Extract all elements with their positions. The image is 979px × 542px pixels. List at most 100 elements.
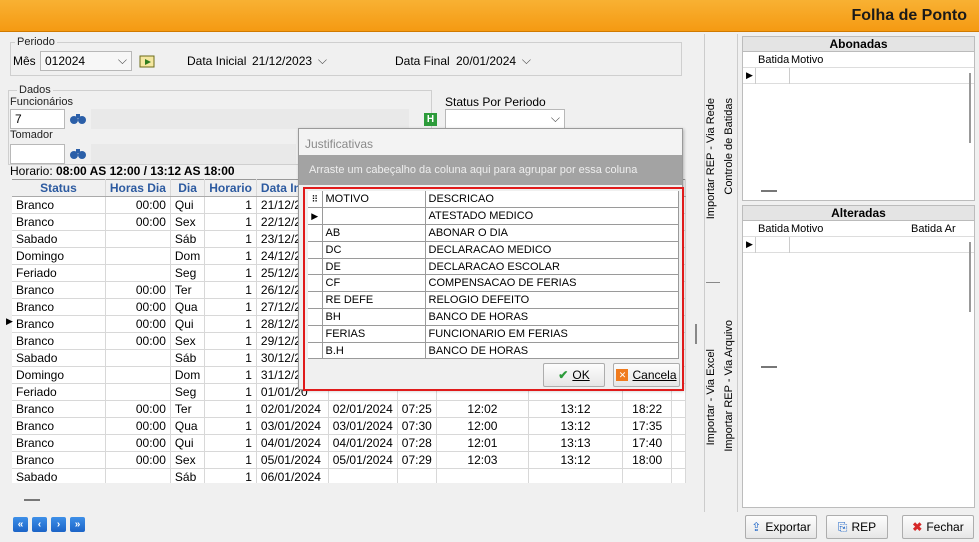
grid-cell-s1[interactable]: 12:02 [436,400,530,418]
grid-cell-e1[interactable]: 07:28 [397,434,437,452]
grid-cell-horas[interactable]: 00:00 [105,332,171,350]
grid-cell-data[interactable]: 02/01/2024 [256,400,329,418]
grid-cell-horas[interactable] [105,264,171,282]
grid-cell-e2[interactable]: 13:12 [528,400,624,418]
grid-cell-horas[interactable] [105,383,171,401]
grid-cell-s2[interactable]: 17:40 [622,434,673,452]
justificativa-descricao[interactable]: ABONAR O DIA [425,224,679,242]
justificativa-row[interactable]: AB ABONAR O DIA [308,224,679,242]
grid-cell-horario[interactable]: 1 [204,315,257,333]
grid-cell-e1[interactable]: 07:25 [397,400,437,418]
tab-importar-excel[interactable]: Importar - Via Excel [705,349,717,445]
grid-cell-horas[interactable]: 00:00 [105,298,171,316]
col-horario[interactable]: Horario [204,179,257,197]
grid-cell-horario[interactable]: 1 [204,383,257,401]
splitter-handle[interactable] [761,190,777,192]
justificativa-descricao[interactable]: FUNCIONARIO EM FERIAS [425,325,679,343]
status-select[interactable]: ⌵ [445,109,565,129]
grid-cell-dia[interactable]: Seg [170,264,206,282]
grid-cell-horas[interactable] [105,230,171,248]
grid-cell-status[interactable]: Branco [12,213,106,231]
justificativa-descricao[interactable]: ATESTADO MEDICO [425,207,679,226]
justificativa-descricao[interactable]: DECLARACAO MEDICO [425,241,679,259]
grid-cell-s2[interactable]: 17:35 [622,417,673,435]
exportar-button[interactable]: ⇪ Exportar [745,515,817,539]
grid-cell-horario[interactable]: 1 [204,366,257,384]
grid-cell-d2[interactable]: 03/01/2024 [328,417,398,435]
mes-select[interactable]: 012024 ⌵ [40,51,132,71]
grid-cell-horas[interactable] [105,366,171,384]
col-horas-dia[interactable]: Horas Dia [105,179,171,197]
justificativa-row[interactable]: CF COMPENSACAO DE FERIAS [308,274,679,293]
grid-cell-status[interactable]: Branco [12,434,106,452]
grid-cell-horario[interactable]: 1 [204,298,257,316]
grid-cell-data[interactable]: 05/01/2024 [256,451,329,469]
grid-cell-status[interactable]: Branco [12,281,106,299]
grid-cell-dia[interactable]: Dom [170,247,206,265]
justificativa-motivo[interactable] [322,207,426,226]
prev-record-button[interactable]: ‹ [32,517,47,532]
grid-cell-s1[interactable]: 12:00 [436,417,530,435]
period-picker-icon[interactable] [139,53,157,69]
grid-cell-horas[interactable]: 00:00 [105,196,171,214]
grid-cell-e2[interactable]: 13:13 [528,434,624,452]
grid-cell-horas[interactable]: 00:00 [105,451,171,469]
grid-cell-status[interactable]: Branco [12,451,106,469]
justificativa-descricao[interactable]: DECLARACAO ESCOLAR [425,258,679,276]
grid-cell-dia[interactable]: Seg [170,383,206,401]
grid-cell-e2[interactable]: 13:12 [528,417,624,435]
grid-cell-dia[interactable]: Qua [170,298,206,316]
grid-cell-s2[interactable]: 18:22 [622,400,673,418]
grid-cell-status[interactable]: Feriado [12,264,106,282]
grid-cell-dia[interactable]: Sáb [170,230,206,248]
grid-cell-horario[interactable]: 1 [204,349,257,367]
splitter-handle[interactable] [695,324,697,344]
table-row[interactable]: Branco 00:00 Sex 1 05/01/2024 05/01/2024 07:29… [12,451,686,469]
grid-cell-dia[interactable]: Dom [170,366,206,384]
justificativa-motivo[interactable]: FERIAS [322,325,426,343]
abonadas-col-batida[interactable]: Batida [758,54,789,66]
ok-button[interactable]: ✔ OK [543,363,605,387]
grid-cell-dia[interactable]: Qui [170,434,206,452]
col-motivo[interactable]: MOTIVO [322,191,426,209]
justificativa-motivo[interactable]: DE [322,258,426,276]
grid-cell-status[interactable]: Branco [12,315,106,333]
grid-cell-status[interactable]: Branco [12,417,106,435]
splitter-handle[interactable] [761,366,777,368]
grid-cell-horario[interactable]: 1 [204,434,257,452]
justificativa-motivo[interactable]: CF [322,274,426,293]
col-descricao[interactable]: DESCRICAO [425,191,679,209]
grid-cell-d2[interactable]: 02/01/2024 [328,400,398,418]
justificativas-grid[interactable]: ⠿ MOTIVO DESCRICAO ▶ ATESTADO MEDICO AB ABO… [308,191,679,360]
abonadas-scrollbar[interactable] [969,73,971,143]
justificativa-motivo[interactable]: BH [322,308,426,326]
col-dia[interactable]: Dia [170,179,206,197]
grid-cell-dia[interactable]: Sex [170,451,206,469]
grid-cell-horas[interactable]: 00:00 [105,400,171,418]
justificativa-row[interactable]: DC DECLARACAO MEDICO [308,241,679,259]
grid-cell-horario[interactable]: 1 [204,332,257,350]
grid-cell-e1[interactable]: 07:29 [397,451,437,469]
tab-importar-arquivo[interactable]: Importar REP - Via Arquivo [723,320,735,452]
justificativa-row[interactable]: ▶ ATESTADO MEDICO [308,207,679,226]
grid-cell-horario[interactable]: 1 [204,281,257,299]
justificativa-row[interactable]: DE DECLARACAO ESCOLAR [308,258,679,276]
data-inicial-picker[interactable]: 21/12/2023 ⌵ [247,51,332,71]
justificativa-row[interactable]: RE DEFE RELOGIO DEFEITO [308,291,679,310]
grid-cell-data[interactable]: 04/01/2024 [256,434,329,452]
alteradas-col-motivo[interactable]: Motivo [791,223,823,235]
abonadas-col-motivo[interactable]: Motivo [791,54,823,66]
grid-cell-horas[interactable]: 00:00 [105,315,171,333]
justificativa-motivo[interactable]: B.H [322,342,426,360]
grid-cell-status[interactable]: Branco [12,400,106,418]
grid-cell-horario[interactable]: 1 [204,417,257,435]
binoculars-icon[interactable] [69,146,87,160]
splitter-handle[interactable] [24,499,40,501]
funcionario-input[interactable]: 7 [10,109,65,129]
tomador-input[interactable] [10,144,65,164]
grid-cell-dia[interactable]: Ter [170,281,206,299]
justificativa-motivo[interactable]: DC [322,241,426,259]
table-row[interactable]: Branco 00:00 Qua 1 03/01/2024 03/01/2024 07:30… [12,417,686,435]
justificativa-row[interactable]: BH BANCO DE HORAS [308,308,679,326]
justificativa-descricao[interactable]: RELOGIO DEFEITO [425,291,679,310]
